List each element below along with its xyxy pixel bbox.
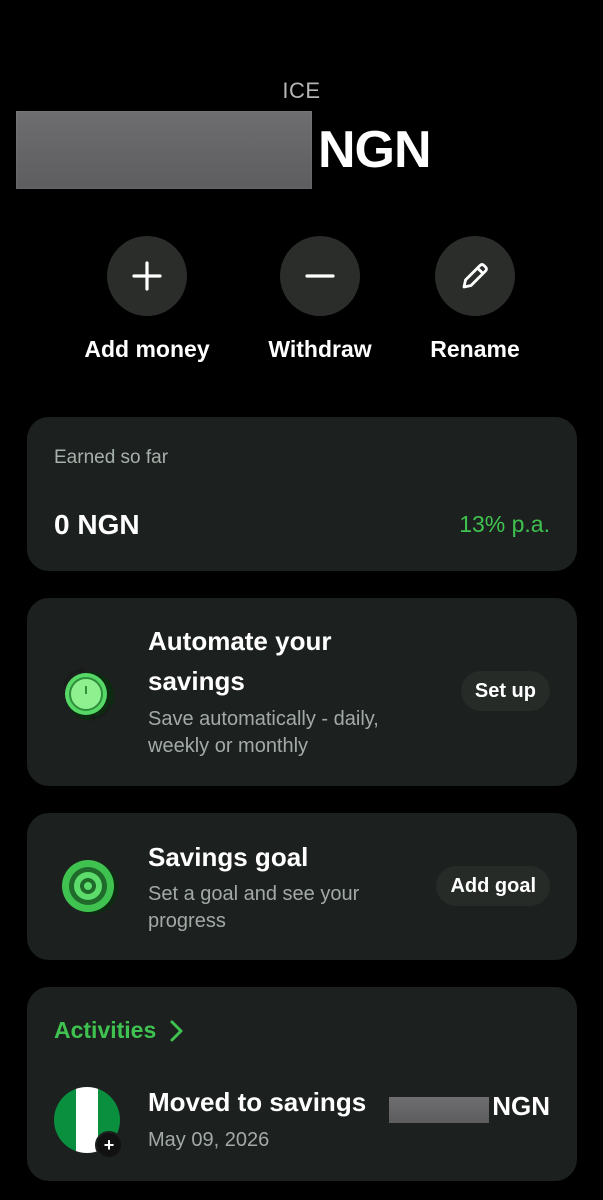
rename-label: Rename [430, 336, 520, 362]
flag-plus-badge: + [95, 1131, 123, 1159]
target-icon [62, 860, 118, 914]
savings-goal-subtitle-1: Set a goal and see your [148, 883, 360, 905]
plus-icon [132, 261, 162, 291]
automate-title-1: Automate your [148, 626, 332, 656]
savings-goal-title: Savings goal [148, 842, 309, 872]
account-name: ICE [282, 78, 321, 103]
withdraw-button[interactable]: Withdraw [245, 236, 395, 363]
automate-subtitle-1: Save automatically - daily, [148, 708, 379, 730]
activity-currency: NGN [492, 1091, 550, 1121]
automate-savings-card[interactable]: Automate your savings Save automatically… [27, 598, 577, 786]
activities-card: Activities + Moved to savings May 09, 20… [27, 987, 577, 1181]
automate-title-2: savings [148, 666, 245, 696]
add-money-button[interactable]: Add money [72, 236, 222, 363]
rename-button[interactable]: Rename [400, 236, 550, 363]
withdraw-label: Withdraw [268, 336, 372, 362]
activities-link[interactable]: Activities [54, 1017, 184, 1044]
earned-card: Earned so far 0 NGN 13% p.a. [27, 417, 577, 571]
add-money-label: Add money [84, 336, 210, 362]
earned-label: Earned so far [54, 447, 169, 468]
minus-icon [305, 274, 335, 278]
chevron-right-icon [170, 1020, 183, 1041]
activity-date: May 09, 2026 [148, 1129, 270, 1151]
activities-heading: Activities [54, 1017, 157, 1043]
set-up-button[interactable]: Set up [460, 671, 550, 711]
add-goal-button[interactable]: Add goal [436, 866, 550, 906]
automate-subtitle-2: weekly or monthly [148, 735, 309, 757]
earned-value: 0 NGN [54, 509, 140, 540]
activity-title: Moved to savings [148, 1087, 367, 1117]
interest-rate: 13% p.a. [459, 511, 550, 537]
activity-amount-redacted [389, 1097, 489, 1123]
balance-currency: NGN [318, 121, 432, 179]
automate-clock-icon [63, 666, 114, 722]
savings-goal-subtitle-2: progress [148, 910, 226, 932]
pencil-icon [462, 263, 488, 289]
savings-goal-card[interactable]: Savings goal Set a goal and see your pro… [27, 813, 577, 960]
balance-amount-redacted [16, 111, 312, 189]
